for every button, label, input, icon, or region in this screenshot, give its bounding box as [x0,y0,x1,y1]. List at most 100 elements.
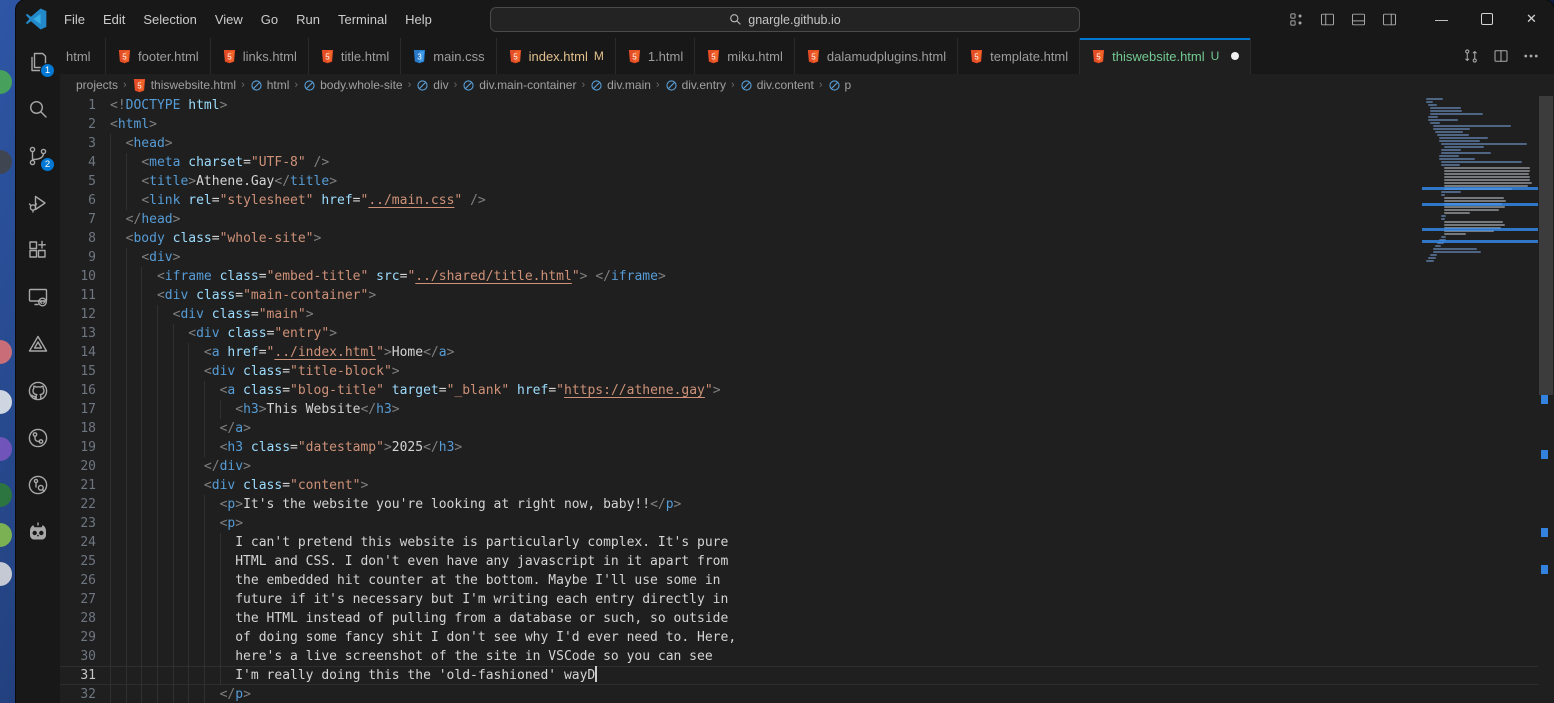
git-graph-icon[interactable] [16,414,60,461]
toggle-secondary-sidebar-icon[interactable] [1374,6,1405,33]
tab-main.css[interactable]: 3main.css [401,38,496,74]
code-line-4[interactable]: 4 <meta charset="UTF-8" /> [60,153,1538,172]
code-line-16[interactable]: 16 <a class="blog-title" target="_blank"… [60,381,1538,400]
code-line-6[interactable]: 6 <link rel="stylesheet" href="../main.c… [60,191,1538,210]
tab-1.html[interactable]: 51.html [616,38,695,74]
code-line-12[interactable]: 12 <div class="main"> [60,305,1538,324]
minimize-button[interactable]: — [1419,0,1464,38]
toggle-primary-sidebar-icon[interactable] [1312,6,1343,33]
run-debug-icon[interactable] [16,179,60,226]
code-line-25[interactable]: 25 HTML and CSS. I don't even have any j… [60,552,1538,571]
code-line-11[interactable]: 11 <div class="main-container"> [60,286,1538,305]
remote-explorer-icon[interactable] [16,273,60,320]
close-button[interactable]: ✕ [1509,0,1554,38]
menu-run[interactable]: Run [287,8,329,31]
tab-footer.html[interactable]: 5footer.html [106,38,211,74]
minimap[interactable] [1422,96,1538,263]
breadcrumb-item-div.content[interactable]: div.content [740,78,814,92]
breadcrumb-item-thiswebsite.html[interactable]: 5thiswebsite.html [132,78,236,93]
split-editor-icon[interactable] [1488,43,1514,69]
code-line-21[interactable]: 21 <div class="content"> [60,476,1538,495]
code-line-1[interactable]: 1<!DOCTYPE html> [60,96,1538,115]
godot-tools-icon[interactable] [16,508,60,555]
breadcrumb-item-p[interactable]: p [828,78,852,92]
scrollbar-thumb[interactable] [1539,96,1553,395]
code-line-28[interactable]: 28 the HTML instead of pulling from a da… [60,609,1538,628]
code-area[interactable]: 1<!DOCTYPE html>2<html>3 <head>4 <meta c… [60,96,1538,703]
code-line-20[interactable]: 20 </div> [60,457,1538,476]
breadcrumb-item-body.whole-site[interactable]: body.whole-site [303,78,403,92]
code-line-23[interactable]: 23 <p> [60,514,1538,533]
code-line-32[interactable]: 32 </p> [60,685,1538,703]
code-line-2[interactable]: 2<html> [60,115,1538,134]
code-line-9[interactable]: 9 <div> [60,248,1538,267]
code-line-27[interactable]: 27 future if it's necessary but I'm writ… [60,590,1538,609]
svg-text:5: 5 [712,52,717,61]
code-line-15[interactable]: 15 <div class="title-block"> [60,362,1538,381]
code-line-14[interactable]: 14 <a href="../index.html">Home</a> [60,343,1538,362]
gitlens-icon[interactable] [16,461,60,508]
explorer-icon[interactable]: 1 [16,38,60,85]
tab-miku.html[interactable]: 5miku.html [695,38,795,74]
code-line-7[interactable]: 7 </head> [60,210,1538,229]
svg-text:5: 5 [811,52,816,61]
indent-guide [173,400,174,419]
menu-go[interactable]: Go [252,8,287,31]
indent-guide [110,362,111,381]
code-line-13[interactable]: 13 <div class="entry"> [60,324,1538,343]
indent-guide [188,438,189,457]
indent-guide [110,400,111,419]
command-center-search[interactable]: gnargle.github.io [490,7,1080,32]
github-icon[interactable] [16,367,60,414]
code-line-29[interactable]: 29 of doing some fancy shit I don't see … [60,628,1538,647]
code-line-31[interactable]: 31 I'm really doing this the 'old-fashio… [60,666,1538,685]
source-control-icon[interactable]: 2 [16,132,60,179]
menu-edit[interactable]: Edit [94,8,134,31]
toggle-panel-icon[interactable] [1343,6,1374,33]
tab-label: index.html [529,49,588,64]
customize-layout-icon[interactable] [1281,6,1312,33]
extensions-icon[interactable] [16,226,60,273]
activity-badge: 2 [40,157,55,172]
indent-guide [110,229,111,248]
code-line-5[interactable]: 5 <title>Athene.Gay</title> [60,172,1538,191]
breadcrumb-item-div.main-container[interactable]: div.main-container [462,78,576,92]
code-line-26[interactable]: 26 the embedded hit counter at the botto… [60,571,1538,590]
code-line-19[interactable]: 19 <h3 class="datestamp">2025</h3> [60,438,1538,457]
code-line-18[interactable]: 18 </a> [60,419,1538,438]
tab-thiswebsite.html[interactable]: 5thiswebsite.htmlU [1080,38,1251,74]
html-file-icon: 5 [132,78,147,93]
menu-file[interactable]: File [55,8,94,31]
dirty-dot-icon[interactable] [1231,52,1239,60]
code-line-8[interactable]: 8 <body class="whole-site"> [60,229,1538,248]
triangle-extension-icon[interactable] [16,320,60,367]
tab-dalamudplugins.html[interactable]: 5dalamudplugins.html [795,38,958,74]
code-line-3[interactable]: 3 <head> [60,134,1538,153]
menu-help[interactable]: Help [396,8,441,31]
maximize-button[interactable] [1464,0,1509,38]
code-line-22[interactable]: 22 <p>It's the website you're looking at… [60,495,1538,514]
indent-guide [110,609,111,628]
search-icon[interactable] [16,85,60,132]
breadcrumb-item-div.entry[interactable]: div.entry [665,78,726,92]
minimap-line [1433,251,1481,253]
menu-selection[interactable]: Selection [134,8,205,31]
breadcrumb-item-div.main[interactable]: div.main [590,78,651,92]
breadcrumb-item-div[interactable]: div [416,78,448,92]
tab-title.html[interactable]: 5title.html [309,38,401,74]
breadcrumb-item-html[interactable]: html [250,78,290,92]
code-line-30[interactable]: 30 here's a live screenshot of the site … [60,647,1538,666]
more-actions-icon[interactable] [1518,43,1544,69]
tab-index.html[interactable]: 5index.htmlM [497,38,616,74]
tab-links.html[interactable]: 5links.html [211,38,309,74]
menu-terminal[interactable]: Terminal [329,8,396,31]
code-line-10[interactable]: 10 <iframe class="embed-title" src="../s… [60,267,1538,286]
tab-template.html[interactable]: 5template.html [958,38,1080,74]
tab-html[interactable]: html [60,38,106,74]
open-changes-icon[interactable] [1458,43,1484,69]
indent-guide [188,343,189,362]
code-line-24[interactable]: 24 I can't pretend this website is parti… [60,533,1538,552]
code-line-17[interactable]: 17 <h3>This Website</h3> [60,400,1538,419]
menu-view[interactable]: View [206,8,252,31]
breadcrumb-item-projects[interactable]: projects [76,78,118,92]
